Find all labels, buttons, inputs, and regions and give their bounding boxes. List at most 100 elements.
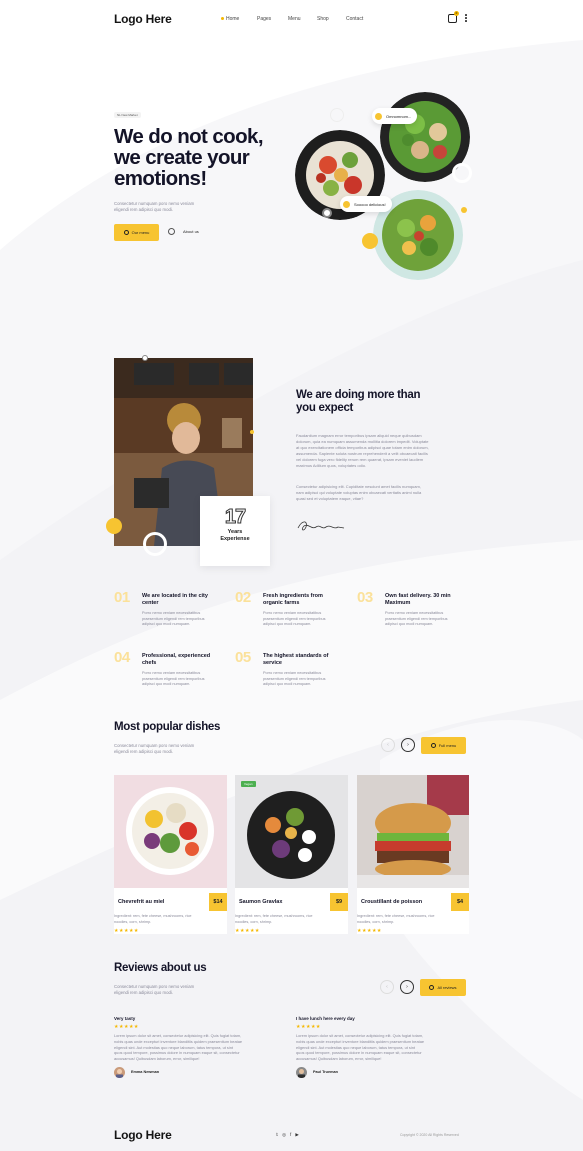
- review-2-text: accusamus! Quibusdam laborum, error, sim…: [296, 1056, 382, 1062]
- hero-title-line-1: We do not cook,: [114, 125, 264, 148]
- feature-4-body: Professional, experienced chefs Porro ne…: [142, 653, 232, 688]
- copyright-text: Copyright © 2020 All Rights Reserved: [400, 1133, 459, 1137]
- feature-3: 03: [357, 589, 373, 606]
- review-bubble-2: Sooooo delicious!: [340, 196, 392, 212]
- about-title-line-2: you expect: [296, 402, 354, 414]
- feature-number: 02: [235, 589, 251, 606]
- review-bubble-1: Omnomnom...: [372, 108, 418, 124]
- feature-3-body: Own fast delivery. 30 min Maximum Porro …: [385, 593, 475, 628]
- review-2-author: Paul Trueman: [313, 1070, 338, 1075]
- review-bubble-1-text: Omnomnom...: [386, 113, 412, 119]
- menu-book-icon: [430, 743, 436, 748]
- feature-number: 01: [114, 589, 130, 606]
- dish-card-1[interactable]: Chevrefrit au miel $14 Ingredient: rem, …: [114, 775, 227, 934]
- dishes-title: Most popular dishes: [114, 721, 221, 733]
- experience-label-line-1: Years: [227, 529, 243, 535]
- yummy-emoji-icon: [343, 200, 350, 208]
- dish-card-2-name: Saumon Gravlax: [239, 899, 283, 905]
- about-p2-line: quasi sed et voluptatem eaque, vitae?: [296, 496, 364, 501]
- review-1-author: Emma Newman: [131, 1070, 160, 1075]
- feature-2-body: Fresh ingredients from organic farms Por…: [263, 593, 353, 628]
- youtube-icon[interactable]: ▶: [295, 1132, 298, 1138]
- feature-text: adipisci quo modi numquam.: [142, 682, 191, 686]
- instagram-icon[interactable]: ◎: [282, 1132, 286, 1138]
- reviews-subtitle-line-2: eligendi rem adipisci quo modi.: [114, 990, 173, 995]
- hero-subtitle: Consectetur numquam poro nemo veniam eli…: [114, 201, 244, 213]
- dishes-prev-button[interactable]: ‹: [381, 738, 395, 752]
- feature-title: organic farms: [263, 599, 300, 606]
- social-links: 𝕥 ◎ f ▶: [276, 1132, 299, 1138]
- all-reviews-label: All reviews: [437, 985, 457, 990]
- dish-card-3-rating: ★★★★★: [357, 928, 382, 934]
- reviews-prev-button[interactable]: ‹: [380, 980, 394, 994]
- dish-card-3-name: Croustillant de poisson: [361, 899, 423, 905]
- decorative-white-ring: [452, 163, 472, 183]
- decorative-small-dot: [461, 207, 467, 213]
- feature-text: adipisci quo modi numquam.: [263, 682, 312, 686]
- footer-logo[interactable]: Logo Here: [114, 1128, 172, 1142]
- full-menu-button[interactable]: Full menu: [421, 737, 466, 754]
- decorative-small-dot: [250, 430, 254, 434]
- decorative-ring: [322, 208, 332, 218]
- header-logo[interactable]: Logo Here: [114, 12, 172, 26]
- hero-title-line-2: we create your: [114, 146, 250, 169]
- dish-card-2-rating: ★★★★★: [235, 928, 260, 934]
- review-2-title: I have lunch here every day: [296, 1016, 355, 1021]
- arrow-left-icon: ‹: [386, 984, 388, 990]
- nav-item-menu[interactable]: Menu: [288, 16, 301, 22]
- chat-bubble-icon: [429, 985, 435, 990]
- dishes-next-button[interactable]: ›: [401, 738, 415, 752]
- reviews-title: Reviews about us: [114, 962, 207, 974]
- feature-title: center: [142, 599, 159, 606]
- about-us-link[interactable]: About us: [168, 228, 199, 235]
- experience-badge: 17 Years Experiense: [200, 496, 270, 566]
- feature-4: 04: [114, 649, 130, 666]
- dish-card-3-desc: noodles, corn, shrimp.: [357, 919, 395, 924]
- decorative-circle: [330, 108, 344, 122]
- dish-card-2-image: [235, 775, 348, 888]
- dishes-subtitle-line-2: eligendi rem adipisci quo modi.: [114, 749, 173, 754]
- dish-card-1-rating: ★★★★★: [114, 928, 139, 934]
- our-menu-button[interactable]: Our menu: [114, 224, 159, 241]
- all-reviews-button[interactable]: All reviews: [420, 979, 466, 996]
- smile-emoji-icon: [375, 112, 382, 120]
- facebook-icon[interactable]: f: [290, 1132, 291, 1138]
- nav-item-contact[interactable]: Contact: [346, 16, 363, 22]
- feature-text: adipisci quo modi numquam.: [385, 622, 434, 626]
- nav-item-pages[interactable]: Pages: [257, 16, 271, 22]
- feature-5-body: The highest standards of service Porro n…: [263, 653, 353, 688]
- hero-title-line-3: emotions!: [114, 167, 207, 190]
- decorative-small-ring: [142, 355, 148, 361]
- arrow-left-icon: ‹: [387, 742, 389, 748]
- dish-card-2[interactable]: Vegan Saumon Gravlax $9 Ingredient: rem,…: [235, 775, 348, 934]
- experience-label-line-2: Experiense: [220, 536, 250, 542]
- nav-item-home[interactable]: Home: [226, 16, 239, 22]
- reviews-subtitle: Consectetur numquam poro nemo veniam eli…: [114, 984, 244, 996]
- cart-count-badge: 0: [454, 11, 459, 16]
- nav-item-shop[interactable]: Shop: [317, 16, 329, 22]
- review-2-avatar: [296, 1066, 307, 1078]
- more-menu-icon[interactable]: [465, 14, 467, 22]
- about-title: We are doing more than you expect: [296, 389, 466, 415]
- review-card-1: Very tasty ★★★★★ Lorem ipsum dolor sit a…: [114, 1016, 284, 1078]
- dish-card-3-image: [357, 775, 469, 888]
- decorative-white-ring: [143, 532, 167, 556]
- about-paragraph-1: Faudantium magnam error temporibus ipsam…: [296, 433, 476, 469]
- about-title-line-1: We are doing more than: [296, 389, 421, 401]
- about-us-label: About us: [183, 229, 199, 234]
- reviews-next-button[interactable]: ›: [400, 980, 414, 994]
- full-menu-label: Full menu: [438, 743, 457, 748]
- decorative-yellow-dot: [362, 233, 378, 249]
- feature-number: 05: [235, 649, 251, 666]
- hero-title: We do not cook, we create your emotions!: [114, 126, 304, 189]
- feature-2: 02: [235, 589, 251, 606]
- feature-title: chefs: [142, 659, 157, 666]
- dish-card-3[interactable]: Croustillant de poisson $4 Ingredient: r…: [357, 775, 469, 934]
- arrow-right-icon: ›: [406, 984, 408, 990]
- dish-card-1-image: [114, 775, 227, 888]
- twitter-icon[interactable]: 𝕥: [276, 1132, 278, 1138]
- dish-card-3-price: $4: [451, 893, 469, 911]
- decorative-yellow-dot: [106, 518, 122, 534]
- feature-title: Maximum: [385, 599, 411, 606]
- review-1-text: accusamus! Quibusdam laborum, error, sim…: [114, 1056, 200, 1062]
